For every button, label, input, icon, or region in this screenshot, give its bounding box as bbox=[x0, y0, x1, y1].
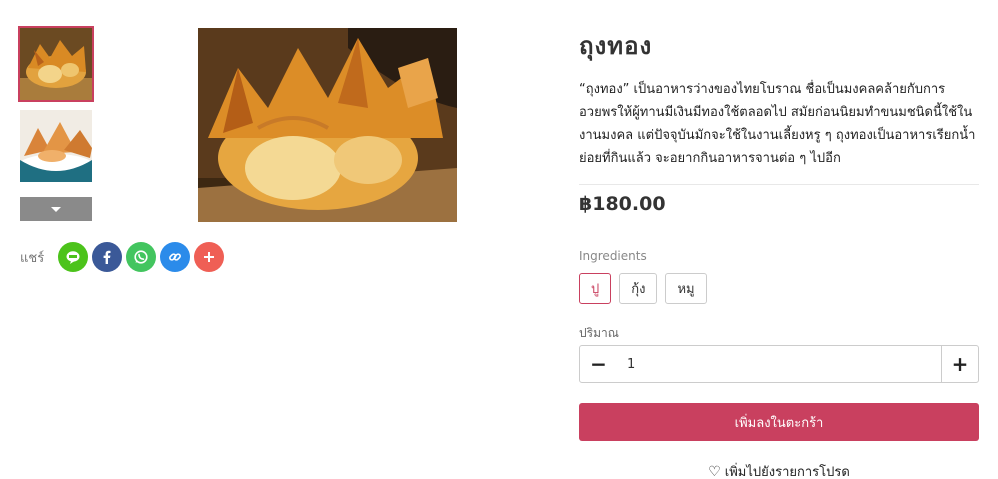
ingredients-label: Ingredients bbox=[579, 249, 647, 263]
thumbnail-2[interactable] bbox=[20, 110, 92, 182]
add-to-wishlist-button[interactable]: ♡ เพิ่มไปยังรายการโปรด bbox=[579, 461, 979, 479]
share-copy-link-button[interactable] bbox=[160, 242, 191, 272]
heart-outline-icon: ♡ bbox=[708, 463, 721, 479]
quantity-increase-button[interactable]: + bbox=[941, 346, 978, 382]
thumbnail-scroll-down-button[interactable] bbox=[20, 197, 92, 221]
share-bar: แชร์ bbox=[20, 242, 228, 272]
add-to-cart-button[interactable]: เพิ่มลงในตะกร้า bbox=[579, 403, 979, 441]
main-product-image[interactable] bbox=[198, 28, 457, 222]
share-label: แชร์ bbox=[20, 250, 45, 266]
product-description: “ถุงทอง” เป็นอาหารว่างของไทยโบราณ ชื่อเป… bbox=[579, 82, 976, 166]
quantity-stepper: − + bbox=[579, 345, 979, 383]
facebook-icon bbox=[103, 250, 111, 264]
thumbnail-1[interactable] bbox=[18, 26, 94, 102]
whatsapp-icon bbox=[134, 250, 148, 264]
share-facebook-button[interactable] bbox=[92, 242, 123, 272]
wishlist-label: เพิ่มไปยังรายการโปรด bbox=[724, 465, 850, 479]
ingredient-option-shrimp[interactable]: กุ้ง bbox=[619, 273, 658, 304]
quantity-label: ปริมาณ bbox=[579, 326, 619, 340]
share-whatsapp-button[interactable] bbox=[126, 242, 157, 272]
ingredient-option-crab[interactable]: ปู bbox=[579, 273, 612, 304]
quantity-decrease-button[interactable]: − bbox=[580, 346, 617, 382]
share-more-button[interactable] bbox=[194, 242, 225, 272]
thumbnail-gallery bbox=[18, 26, 94, 221]
divider bbox=[579, 184, 979, 185]
link-icon bbox=[169, 253, 182, 261]
product-info: ถุงทอง “ถุงทอง” เป็นอาหารว่างของไทยโบราณ… bbox=[579, 30, 979, 479]
product-price: ฿180.00 bbox=[579, 193, 666, 215]
plus-icon bbox=[204, 252, 215, 262]
share-line-button[interactable] bbox=[58, 242, 89, 272]
chevron-down-icon bbox=[51, 206, 61, 212]
ingredient-options: ปู กุ้ง หมู bbox=[579, 273, 979, 304]
fried-wonton-plate-image bbox=[20, 110, 92, 182]
product-title: ถุงทอง bbox=[579, 32, 653, 60]
quantity-input[interactable] bbox=[617, 346, 941, 382]
fried-wonton-image bbox=[20, 28, 92, 100]
ingredient-option-pork[interactable]: หมู bbox=[665, 273, 707, 304]
fried-wonton-image bbox=[198, 28, 457, 222]
line-icon bbox=[66, 251, 80, 264]
